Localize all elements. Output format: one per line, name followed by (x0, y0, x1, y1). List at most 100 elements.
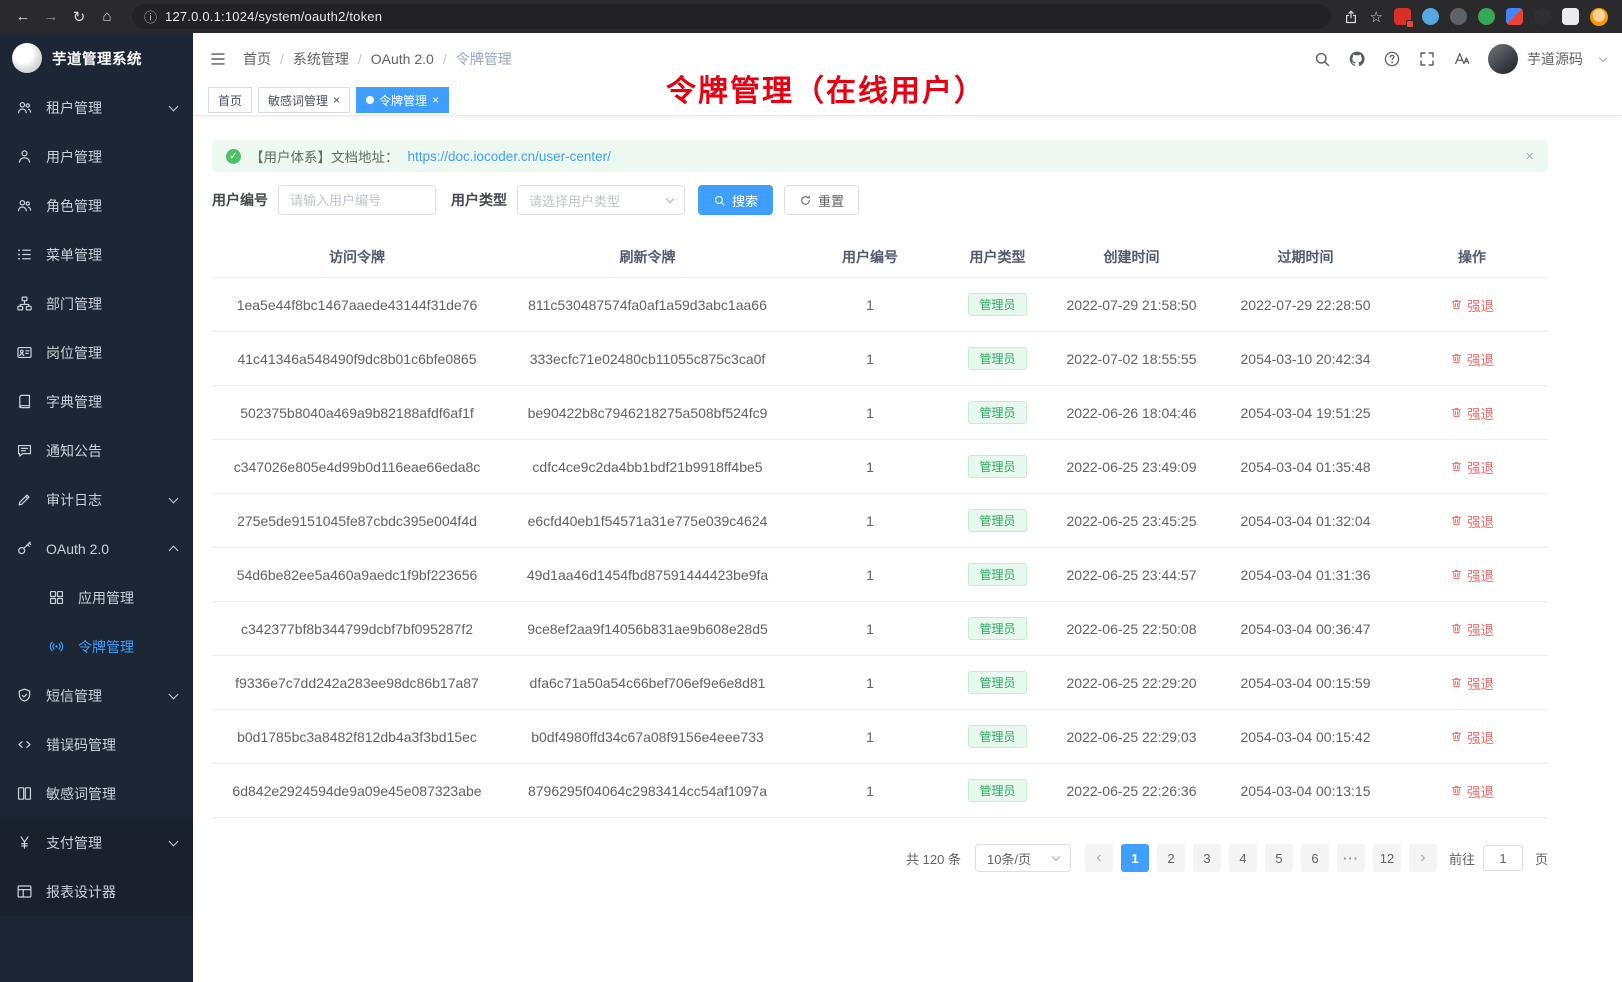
close-icon[interactable]: × (432, 94, 439, 106)
columns-icon (16, 785, 33, 802)
page-button[interactable]: 5 (1265, 844, 1293, 872)
page-button[interactable]: 6 (1301, 844, 1329, 872)
force-logout-button[interactable]: 强退 (1450, 565, 1494, 585)
bookmark-star-icon[interactable]: ☆ (1370, 8, 1383, 26)
prev-page-button[interactable]: ‹ (1085, 844, 1113, 872)
sidebar-item-report-designer[interactable]: 报表设计器 (0, 867, 193, 916)
extension-icon[interactable] (1394, 8, 1411, 25)
sidebar-item-oauth2-app[interactable]: 应用管理 (0, 573, 193, 622)
actions-cell: 强退 (1396, 494, 1548, 548)
address-bar[interactable]: ⓘ 127.0.0.1:1024/system/oauth2/token (132, 4, 1331, 29)
table-row: 502375b8040a469a9b82188afdf6af1f be90422… (212, 386, 1548, 440)
breadcrumb-item[interactable]: 首页 (243, 49, 271, 69)
reset-button[interactable]: 重置 (784, 185, 859, 215)
github-icon[interactable] (1348, 50, 1366, 68)
page-button[interactable]: 12 (1373, 844, 1401, 872)
force-logout-button[interactable]: 强退 (1450, 295, 1494, 315)
sidebar-item-menu[interactable]: 菜单管理 (0, 230, 193, 279)
user-type-select[interactable]: 请选择用户类型 (517, 185, 685, 215)
site-info-icon[interactable]: ⓘ (144, 7, 157, 26)
page-size-select[interactable]: 10条/页 (975, 844, 1071, 872)
sidebar-item-error-code[interactable]: 错误码管理 (0, 720, 193, 769)
browser-back-icon[interactable]: ← (10, 5, 36, 29)
app-logo[interactable]: 芋道管理系统 (0, 33, 193, 83)
next-page-button[interactable]: › (1409, 844, 1437, 872)
refresh-token-cell: 8796295f04064c2983414cc54af1097a (502, 764, 793, 818)
browser-home-icon[interactable]: ⌂ (94, 5, 120, 29)
sidebar-item-dict[interactable]: 字典管理 (0, 377, 193, 426)
doc-link[interactable]: https://doc.iocoder.cn/user-center/ (408, 149, 611, 164)
browser-forward-icon[interactable]: → (38, 5, 64, 29)
force-logout-button[interactable]: 强退 (1450, 673, 1494, 693)
force-logout-button[interactable]: 强退 (1450, 727, 1494, 747)
goto-page-input[interactable] (1483, 845, 1523, 871)
close-icon[interactable]: × (333, 94, 340, 106)
browser-reload-icon[interactable]: ↻ (66, 5, 92, 29)
actions-cell: 强退 (1396, 602, 1548, 656)
sidebar-item-dept[interactable]: 部门管理 (0, 279, 193, 328)
extension-icon[interactable] (1562, 8, 1579, 25)
sidebar-item-post[interactable]: 岗位管理 (0, 328, 193, 377)
access-token-cell: c342377bf8b344799dcbf7bf095287f2 (212, 602, 502, 656)
extensions-puzzle-icon[interactable] (1506, 8, 1523, 25)
force-logout-button[interactable]: 强退 (1450, 403, 1494, 423)
force-logout-button[interactable]: 强退 (1450, 781, 1494, 801)
sidebar-item-oauth2-token[interactable]: 令牌管理 (0, 622, 193, 671)
force-logout-button[interactable]: 强退 (1450, 511, 1494, 531)
sidebar-item-pay[interactable]: 支付管理 (0, 818, 193, 867)
sidebar-item-role[interactable]: 角色管理 (0, 181, 193, 230)
user-type-badge: 管理员 (968, 455, 1026, 478)
browser-profile-avatar[interactable] (1590, 8, 1608, 26)
code-icon (16, 736, 33, 753)
page-button[interactable]: 4 (1229, 844, 1257, 872)
tags-view: 首页 敏感词管理 × 令牌管理 × (193, 85, 1622, 116)
sidebar-item-audit-log[interactable]: 审计日志 (0, 475, 193, 524)
fullscreen-icon[interactable] (1418, 50, 1436, 68)
page-button[interactable]: 2 (1157, 844, 1185, 872)
force-logout-button[interactable]: 强退 (1450, 619, 1494, 639)
breadcrumb-item[interactable]: 系统管理 (293, 49, 349, 69)
user-type-badge: 管理员 (968, 563, 1026, 586)
force-logout-button[interactable]: 强退 (1450, 457, 1494, 477)
tab-home[interactable]: 首页 (208, 87, 252, 113)
search-icon[interactable] (1313, 50, 1331, 68)
sidebar-item-notice[interactable]: 通知公告 (0, 426, 193, 475)
sidebar-toggle-icon[interactable] (209, 50, 227, 68)
help-icon[interactable] (1383, 50, 1401, 68)
extension-icon[interactable] (1450, 8, 1467, 25)
user-type-cell: 管理员 (947, 710, 1048, 764)
refresh-token-cell: be90422b8c7946218275a508bf524fc9 (502, 386, 793, 440)
tab-sensitive-word[interactable]: 敏感词管理 × (258, 87, 350, 113)
sidebar-item-sms[interactable]: 短信管理 (0, 671, 193, 720)
chevron-down-icon (169, 493, 179, 503)
font-size-icon[interactable] (1453, 50, 1471, 68)
extension-icon[interactable] (1534, 8, 1551, 25)
more-pages-button[interactable]: ··· (1337, 844, 1365, 872)
sidebar-item-sensitive-word[interactable]: 敏感词管理 (0, 769, 193, 818)
column-access-token: 访问令牌 (212, 237, 502, 278)
user-name[interactable]: 芋道源码 (1527, 49, 1583, 69)
trash-icon (1450, 784, 1463, 797)
force-logout-button[interactable]: 强退 (1450, 349, 1494, 369)
breadcrumb: 首页 / 系统管理 / OAuth 2.0 / 令牌管理 (243, 49, 512, 69)
search-button[interactable]: 搜索 (698, 185, 773, 215)
sidebar-item-user[interactable]: 用户管理 (0, 132, 193, 181)
sidebar-item-tenant[interactable]: 租户管理 (0, 83, 193, 132)
page-button[interactable]: 1 (1121, 844, 1149, 872)
breadcrumb-item[interactable]: OAuth 2.0 (371, 51, 434, 67)
app-window: 芋道管理系统 租户管理 用户管理 角色管理 菜单管理 部门管理 岗位管理 (0, 33, 1622, 982)
user-avatar[interactable] (1488, 44, 1518, 74)
user-type-badge: 管理员 (968, 347, 1026, 370)
chevron-down-icon[interactable] (1599, 53, 1607, 61)
user-type-cell: 管理员 (947, 386, 1048, 440)
page-button[interactable]: 3 (1193, 844, 1221, 872)
tab-token[interactable]: 令牌管理 × (356, 87, 449, 113)
user-id-input[interactable] (278, 185, 436, 215)
sidebar-item-oauth2[interactable]: OAuth 2.0 (0, 524, 193, 573)
force-logout-label: 强退 (1467, 781, 1494, 801)
alert-close-icon[interactable]: × (1525, 148, 1534, 165)
share-icon[interactable] (1343, 9, 1359, 25)
extension-icon[interactable] (1478, 8, 1495, 25)
tab-label: 首页 (218, 92, 242, 109)
extension-icon[interactable] (1422, 8, 1439, 25)
